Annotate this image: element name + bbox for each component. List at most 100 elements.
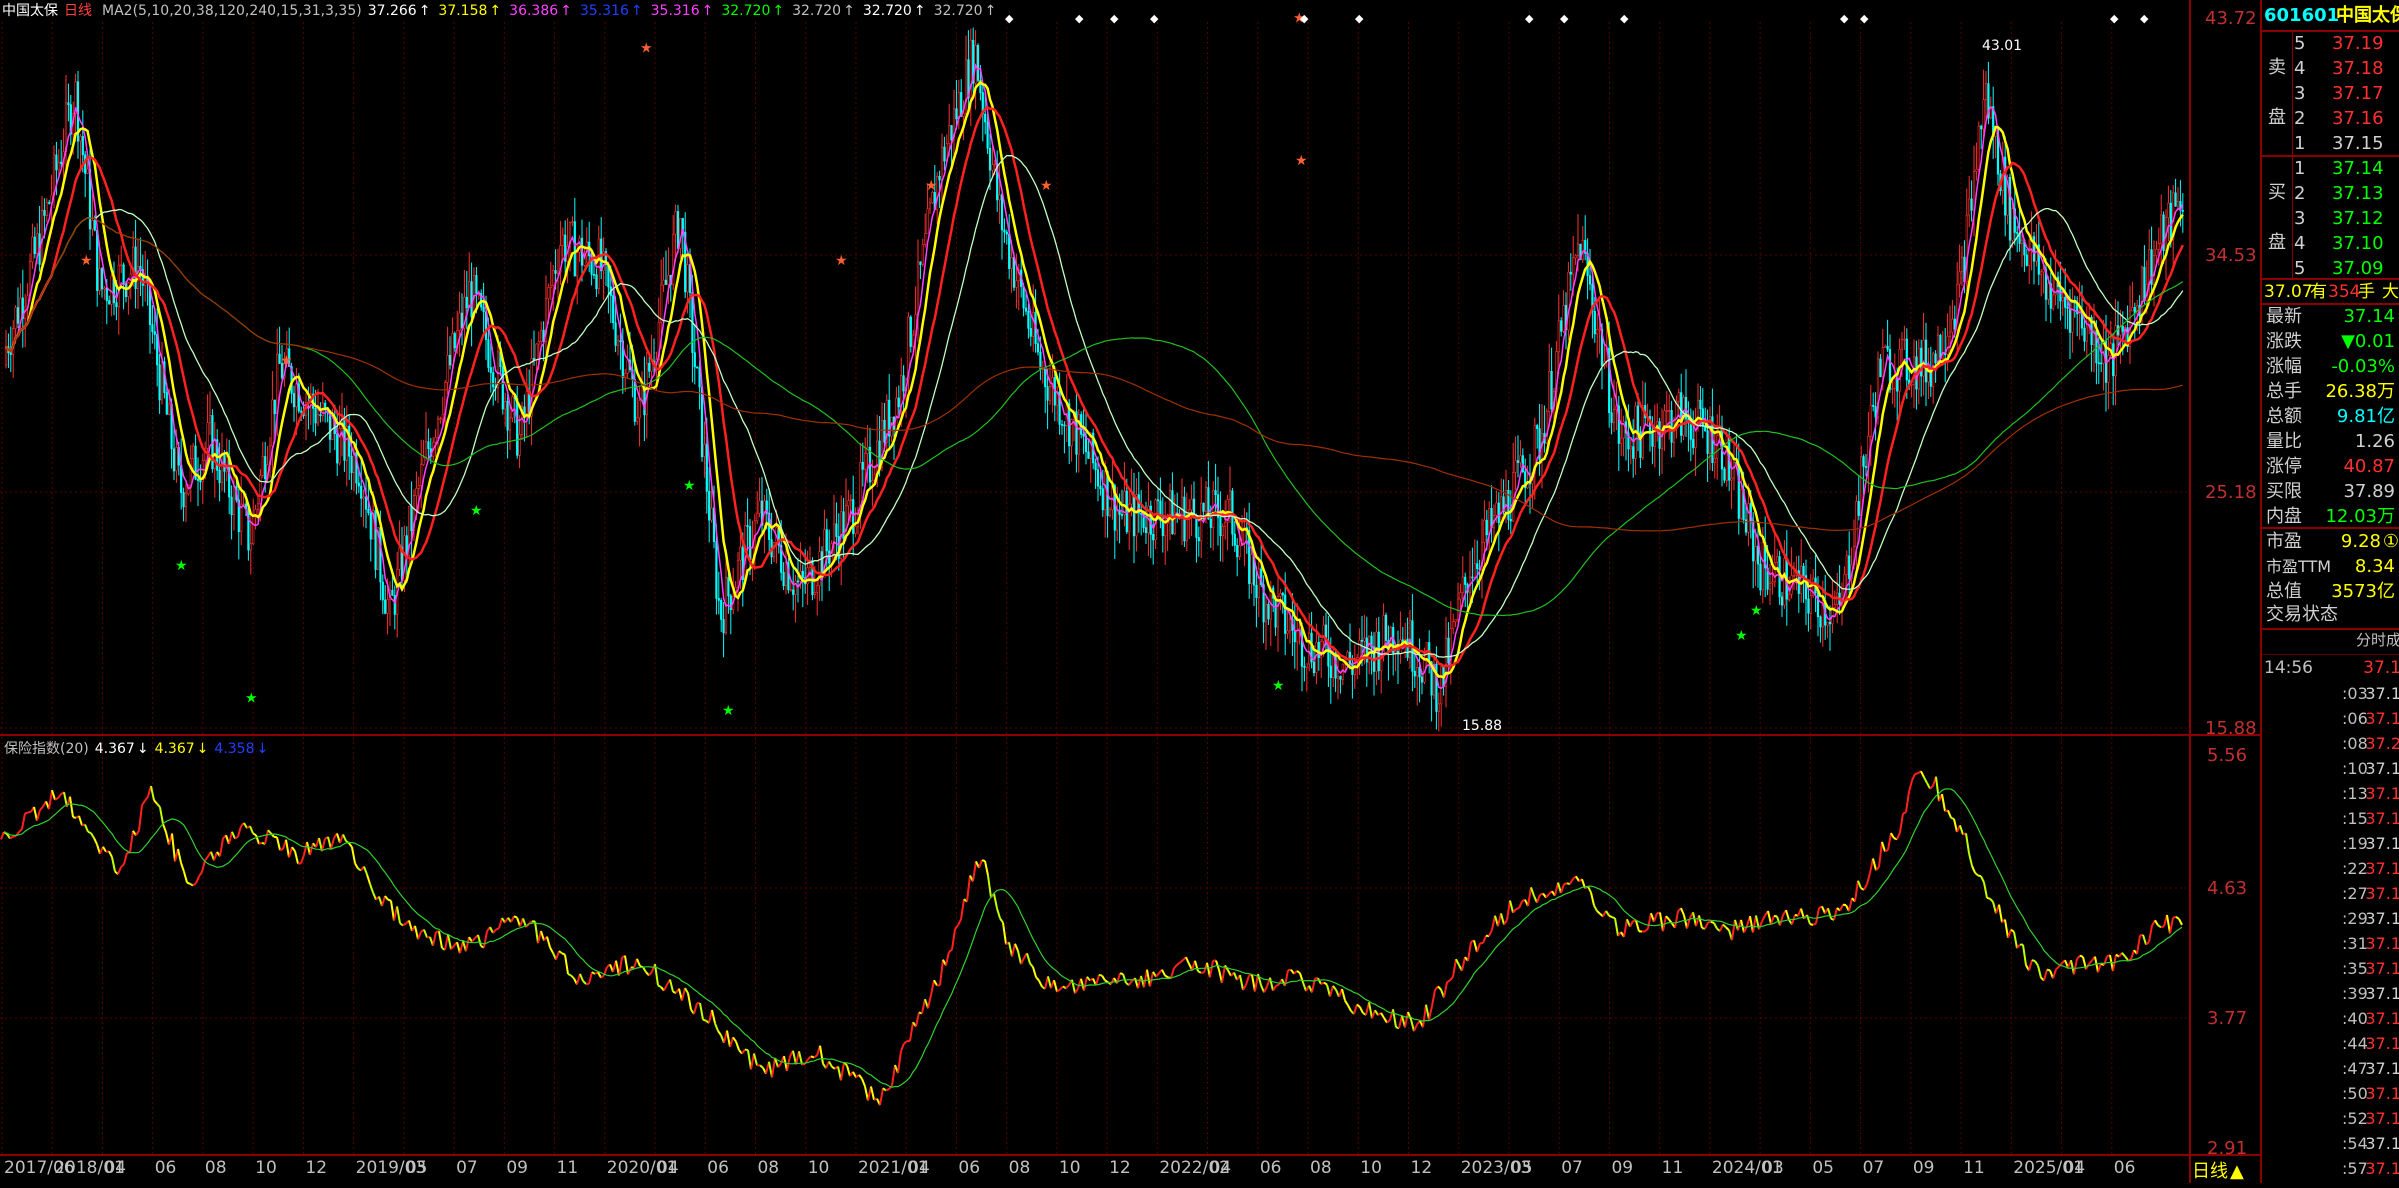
- index-segment: [910, 1022, 913, 1041]
- index-segment: [2137, 935, 2140, 954]
- candle-body: [2072, 302, 2074, 333]
- candle-body: [363, 497, 365, 498]
- tick-row: :4037.1: [2262, 1006, 2399, 1031]
- field-value: ▼0.01: [2341, 329, 2395, 354]
- x-axis-label: 09: [506, 1158, 528, 1178]
- tick-row: :1937.1: [2262, 831, 2399, 856]
- buy-order-row[interactable]: 437.10: [2262, 231, 2399, 256]
- candle-body: [836, 524, 838, 537]
- index-segment: [1984, 882, 1987, 898]
- index-segment: [535, 921, 538, 943]
- sell-order-row[interactable]: 437.18: [2262, 56, 2399, 81]
- buy-order-row[interactable]: 137.14: [2262, 156, 2399, 181]
- index-segment: [1, 832, 4, 839]
- index-segment: [1867, 873, 1870, 884]
- x-axis-label: 06: [155, 1158, 177, 1178]
- ticks-header[interactable]: 分时成: [2262, 628, 2399, 653]
- candle-body: [250, 544, 252, 550]
- index-segment: [1828, 908, 1831, 918]
- index-segment: [409, 921, 412, 931]
- index-segment: [277, 837, 280, 850]
- order-price: 37.16: [2332, 106, 2395, 131]
- tick-row: :1037.1: [2262, 756, 2399, 781]
- index-segment: [472, 938, 475, 941]
- index-segment: [1243, 985, 1246, 990]
- tick-price: 37.1: [2365, 856, 2399, 881]
- index-segment: [886, 1089, 889, 1090]
- sell-order-row[interactable]: 537.19: [2262, 31, 2399, 56]
- index-segment: [1855, 881, 1858, 902]
- tick-price: 37.1: [2365, 806, 2399, 831]
- candle-body: [1724, 469, 1726, 480]
- index-segment: [931, 980, 934, 995]
- index-segment: [484, 931, 487, 947]
- index-segment: [2143, 935, 2146, 945]
- candle-body: [1364, 638, 1366, 641]
- index-segment: [160, 807, 163, 824]
- candle-body: [154, 332, 156, 335]
- candle-body: [1863, 457, 1865, 467]
- candle-body: [1030, 328, 1032, 336]
- tick-price: 37.1: [2365, 1006, 2399, 1031]
- period-toggle[interactable]: 日线▲: [2192, 1157, 2244, 1183]
- buy-order-row[interactable]: 337.12: [2262, 206, 2399, 231]
- candle-body: [737, 560, 739, 587]
- candle-body: [634, 379, 636, 421]
- index-segment: [2008, 930, 2011, 938]
- candle-body: [1361, 640, 1363, 641]
- candle-body: [694, 353, 696, 367]
- candle-body: [1632, 447, 1634, 459]
- candle-body: [728, 578, 730, 596]
- candle-body: [1037, 344, 1039, 352]
- candle-body: [1268, 604, 1270, 619]
- candle-body: [1308, 633, 1310, 664]
- index-segment: [1873, 858, 1876, 870]
- index-segment: [1156, 973, 1159, 976]
- candle-body: [80, 136, 82, 141]
- tick-time: :15: [2342, 806, 2368, 831]
- tick-time: 14:56: [2264, 656, 2313, 681]
- candle-body: [2052, 295, 2054, 308]
- index-segment: [439, 931, 442, 948]
- index-segment: [2074, 959, 2077, 974]
- candle-body: [476, 275, 478, 293]
- x-axis-label: 06: [2114, 1158, 2136, 1178]
- candle-body: [2115, 326, 2117, 376]
- x-axis-label: 12: [1411, 1158, 1433, 1178]
- candle-body: [2016, 232, 2018, 233]
- index-segment: [1021, 958, 1024, 964]
- arrow-down-icon: ↓: [197, 741, 209, 757]
- candle-body: [483, 307, 485, 312]
- index-segment: [1762, 916, 1765, 922]
- candle-body: [108, 301, 110, 305]
- info-icon[interactable]: ①: [2383, 529, 2399, 554]
- stock-name-label: 中国太保: [2, 3, 58, 19]
- candle-body: [2182, 210, 2184, 211]
- kline-chart-area[interactable]: ★★★★★★★★★★★★★★★★◆◆◆◆◆◆◆◆◆◆◆◆◆ 中国太保日线MA2(…: [0, 0, 2260, 1183]
- index-segment: [1222, 965, 1225, 982]
- index-segment: [1954, 819, 1957, 832]
- sell-order-row[interactable]: 237.16: [2262, 106, 2399, 131]
- arrow-up-icon: ↑: [914, 3, 926, 19]
- buy-order-row[interactable]: 237.13: [2262, 181, 2399, 206]
- candle-body: [1923, 340, 1925, 376]
- candle-body: [53, 155, 55, 195]
- tick-price: 37.1: [2365, 1056, 2399, 1081]
- sell-order-row[interactable]: 337.17: [2262, 81, 2399, 106]
- candle-body: [1289, 619, 1291, 631]
- index-segment: [1609, 916, 1612, 918]
- candle-body: [1304, 666, 1306, 667]
- index-segment: [568, 974, 571, 975]
- period-label[interactable]: 日线: [64, 3, 92, 19]
- x-axis-label: 12: [1109, 1158, 1131, 1178]
- index-segment: [1381, 1013, 1384, 1018]
- index-segment: [2104, 956, 2107, 965]
- candle-body: [1596, 329, 1598, 334]
- sell-order-row[interactable]: 137.15: [2262, 131, 2399, 156]
- kline-chart-svg[interactable]: ★★★★★★★★★★★★★★★★◆◆◆◆◆◆◆◆◆◆◆◆◆: [0, 0, 2260, 1183]
- quote-panel: 601601 中国太保 卖 盘 537.19437.18337.17237.16…: [2260, 0, 2399, 1183]
- index-segment: [1462, 957, 1465, 970]
- event-marker: ◆: [1560, 12, 1569, 25]
- index-axis-3: 3.77: [2207, 1008, 2247, 1029]
- index-segment: [1834, 908, 1837, 920]
